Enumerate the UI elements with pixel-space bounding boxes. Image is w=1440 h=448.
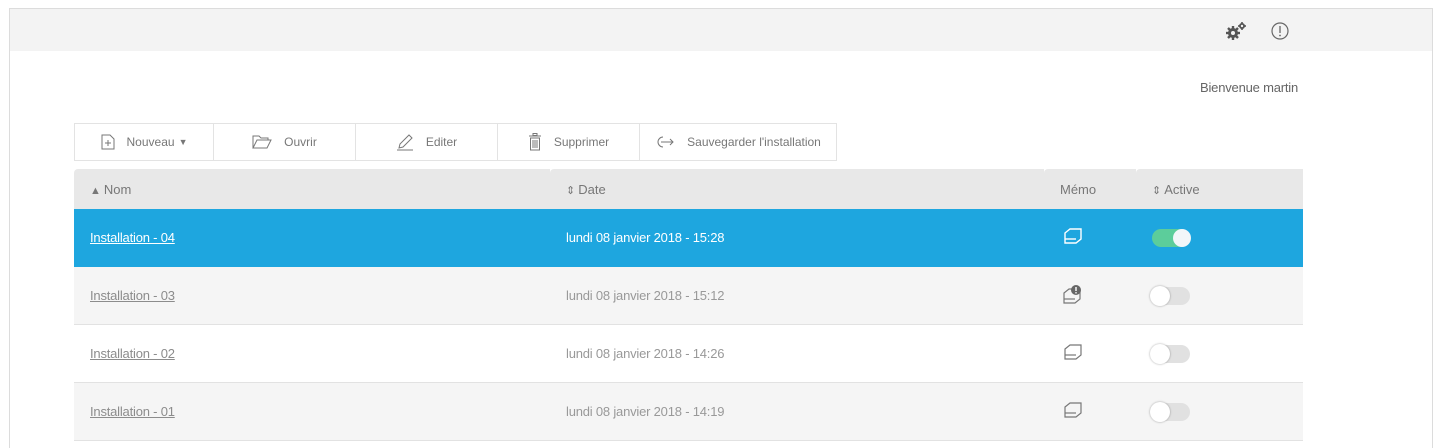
toggle-knob [1150,285,1170,306]
table-row[interactable]: Installation - 01 lundi 08 janvier 2018 … [74,382,1303,441]
installation-link[interactable]: Installation - 02 [90,346,175,361]
sort-icon: ⇕ [1152,184,1162,197]
open-label: Ouvrir [284,135,317,149]
toggle-knob [1150,401,1170,422]
active-toggle[interactable] [1150,401,1190,422]
pencil-icon [396,133,414,151]
edit-button[interactable]: Editer [355,123,498,161]
column-active-label: Active [1164,181,1200,197]
top-bar [10,9,1432,51]
new-label: Nouveau [126,135,175,149]
active-toggle[interactable] [1152,228,1191,247]
column-date-label: Date [578,181,606,197]
installation-link[interactable]: Installation - 03 [90,288,175,303]
save-installation-button[interactable]: Sauvegarder l'installation [639,123,837,161]
toolbar: Nouveau ▼ Ouvrir Editer Supprimer Sauvega… [74,123,837,161]
toggle-knob [1173,228,1191,247]
app-frame: Bienvenue martin Nouveau ▼ Ouvrir Editer … [9,8,1433,448]
row-date: lundi 08 janvier 2018 - 15:12 [550,266,1044,325]
open-button[interactable]: Ouvrir [213,123,356,161]
folder-open-icon [252,135,272,149]
delete-label: Supprimer [553,135,610,149]
row-date: lundi 08 janvier 2018 - 14:26 [550,324,1044,383]
memo-icon[interactable] [1060,402,1086,418]
new-file-icon [101,134,115,150]
installation-link[interactable]: Installation - 01 [90,404,175,419]
gears-icon[interactable] [1219,15,1253,47]
active-toggle[interactable] [1150,343,1190,364]
save-installation-label: Sauvegarder l'installation [687,135,821,149]
memo-icon[interactable] [1060,344,1086,360]
row-date: lundi 08 janvier 2018 - 14:19 [550,382,1044,441]
installations-table: ▲ Nom ⇕ Date Mémo ⇕ Active Installation - 0… [74,169,1303,441]
column-header-name[interactable]: ▲ Nom [74,169,550,209]
table-header-row: ▲ Nom ⇕ Date Mémo ⇕ Active [74,169,1303,209]
column-header-active[interactable]: ⇕ Active [1136,169,1303,209]
column-memo-label: Mémo [1060,181,1097,197]
sort-icon: ⇕ [566,184,576,197]
delete-button[interactable]: Supprimer [497,123,640,161]
installation-link[interactable]: Installation - 04 [90,230,175,245]
column-header-date[interactable]: ⇕ Date [550,169,1044,209]
edit-label: Editer [425,135,458,149]
column-header-memo: Mémo [1044,169,1136,209]
chevron-down-icon: ▼ [178,137,188,147]
info-icon[interactable] [1263,15,1297,47]
memo-alert-icon[interactable] [1060,284,1086,304]
welcome-message: Bienvenue martin [1200,80,1298,95]
table-row[interactable]: Installation - 03 lundi 08 janvier 2018 … [74,266,1303,325]
trash-icon [528,133,542,151]
sort-asc-icon: ▲ [90,184,101,197]
table-row[interactable]: Installation - 04 lundi 08 janvier 2018 … [74,209,1303,267]
column-name-label: Nom [103,181,132,197]
memo-icon[interactable] [1060,228,1086,244]
new-button[interactable]: Nouveau ▼ [74,123,214,161]
export-icon [655,135,675,149]
active-toggle[interactable] [1150,285,1190,306]
table-row[interactable]: Installation - 02 lundi 08 janvier 2018 … [74,324,1303,383]
toggle-knob [1150,343,1170,364]
row-date: lundi 08 janvier 2018 - 15:28 [550,209,1044,267]
